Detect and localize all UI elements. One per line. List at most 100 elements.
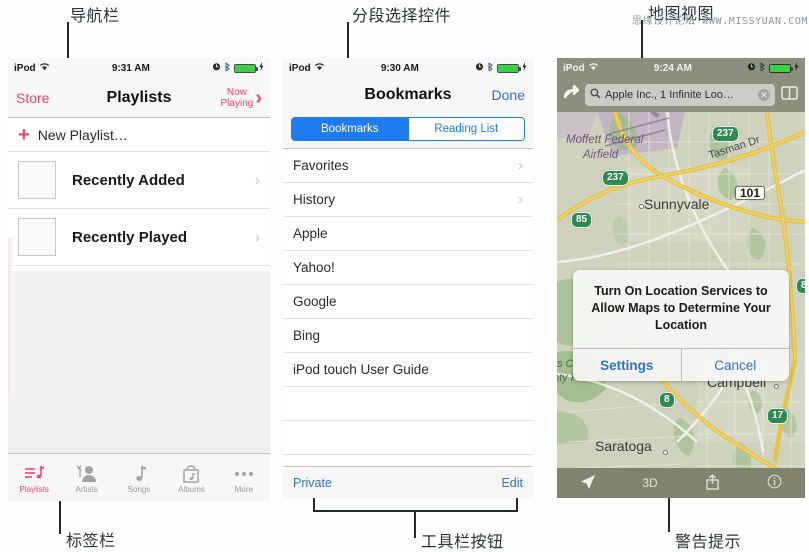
playlist-note-icon (24, 462, 45, 483)
city-dot (663, 450, 668, 455)
map-view[interactable]: Moffett Federal Airfield Tasman Dr Sunny… (557, 112, 805, 498)
alarm-icon (747, 62, 756, 74)
list-item-empty (283, 387, 533, 421)
map-label: Sunnyvale (644, 196, 710, 212)
search-icon (590, 88, 601, 102)
bookmark-label: Bing (293, 328, 321, 343)
3d-button[interactable]: 3D (619, 476, 681, 490)
alarm-icon (475, 62, 484, 74)
navigation-bar: Bookmarks Done (283, 78, 533, 112)
watermark: 思缘设计论坛 WWW.MISSYUAN.COM (632, 16, 809, 27)
bookmark-label: Yahoo! (293, 260, 335, 275)
route-shield: 237 (602, 170, 629, 186)
list-item[interactable]: Yahoo! (283, 251, 533, 285)
location-services-alert: Turn On Location Services to Allow Maps … (573, 270, 789, 381)
bookmark-label: iPod touch User Guide (293, 362, 429, 377)
list-item[interactable]: Bing (283, 319, 533, 353)
chevron-right-icon: › (518, 191, 523, 208)
battery-icon (234, 63, 258, 73)
tab-label: Artists (75, 484, 98, 494)
search-input[interactable]: Apple Inc., 1 Infinite Loo… ✕ (585, 84, 775, 106)
bottom-toolbar: Private Edit (283, 466, 533, 498)
bookmark-label: Apple (293, 226, 328, 241)
annotation-leader-toolbar (414, 510, 416, 538)
directions-arrow-icon[interactable] (563, 84, 580, 105)
list-item[interactable]: History › (283, 183, 533, 217)
tab-label: More (234, 484, 253, 494)
annotation-toolbar-buttons: 工具栏按钮 (421, 534, 504, 551)
segmented-control[interactable]: Bookmarks Reading List (291, 117, 525, 141)
annotation-alert-prompt: 警告提示 (675, 534, 742, 551)
chevron-right-icon: › (518, 157, 523, 174)
alarm-icon (212, 62, 221, 74)
list-item[interactable]: Google (283, 285, 533, 319)
map-toolbar: 3D (557, 468, 805, 498)
route-shield: 237 (712, 126, 739, 142)
done-button[interactable]: Done (492, 87, 525, 103)
bookmarks-list: Favorites › History › Apple Yahoo! Googl… (283, 149, 533, 489)
edit-button[interactable]: Edit (501, 476, 523, 490)
tab-artists[interactable]: Artists (60, 454, 112, 501)
info-icon (767, 474, 782, 492)
alert-message: Turn On Location Services to Allow Maps … (591, 284, 771, 332)
wifi-icon (39, 62, 50, 74)
bookmark-label: Google (293, 294, 337, 309)
charging-bolt-icon (794, 62, 799, 74)
segment-reading-list[interactable]: Reading List (407, 118, 524, 140)
list-item[interactable]: Favorites › (283, 149, 533, 183)
share-icon (705, 473, 720, 493)
chevron-right-icon: › (255, 171, 260, 189)
chevron-right-icon: › (255, 228, 260, 246)
tab-label: Songs (127, 484, 151, 494)
table-row[interactable]: Recently Added › (8, 152, 270, 209)
bluetooth-icon (487, 62, 494, 75)
share-button[interactable] (681, 473, 743, 493)
clock-label: 9:24 AM (653, 62, 692, 74)
music-note-icon (131, 462, 147, 483)
city-dot (774, 384, 779, 389)
map-label: Airfield (583, 149, 619, 161)
route-shield: 17 (767, 408, 789, 424)
list-item[interactable]: iPod touch User Guide (283, 353, 533, 387)
alert-buttons: Settings Cancel (573, 348, 789, 381)
music-app-panel: iPod 9:31 AM Store Playlists Now Playing… (8, 58, 270, 501)
list-item[interactable]: Apple (283, 217, 533, 251)
wifi-icon (314, 62, 325, 74)
clock-label: 9:30 AM (380, 62, 419, 74)
segment-bookmarks[interactable]: Bookmarks (292, 118, 408, 140)
scan-artifact (8, 238, 14, 398)
annotation-navigation-bar: 导航栏 (70, 8, 120, 25)
charging-bolt-icon (522, 62, 527, 74)
table-row[interactable]: Recently Played › (8, 209, 270, 266)
clear-circle-icon[interactable]: ✕ (758, 89, 770, 101)
now-playing-button[interactable]: Now Playing › (221, 87, 262, 109)
navigation-bar: Store Playlists Now Playing › (8, 78, 270, 118)
tab-playlists[interactable]: Playlists (8, 454, 60, 501)
ellipsis-icon (233, 462, 255, 483)
playlist-name: Recently Added (72, 171, 185, 189)
carrier-label: iPod (14, 62, 36, 74)
now-playing-label-line1: Now (226, 86, 247, 98)
book-icon[interactable] (781, 85, 798, 105)
playlist-name: Recently Played (72, 228, 188, 246)
info-button[interactable] (743, 474, 805, 492)
cancel-button[interactable]: Cancel (680, 349, 790, 381)
bookmark-label: History (293, 192, 336, 207)
chevron-right-icon: › (255, 86, 262, 109)
battery-icon (769, 63, 793, 73)
settings-button[interactable]: Settings (573, 349, 681, 381)
new-playlist-row[interactable]: + New Playlist… (8, 118, 270, 152)
bluetooth-icon (759, 62, 766, 75)
plus-icon: + (18, 123, 30, 146)
tab-albums[interactable]: Albums (165, 454, 217, 501)
tab-more[interactable]: More (218, 454, 270, 501)
battery-icon (497, 63, 521, 73)
bluetooth-icon (224, 62, 231, 75)
tab-songs[interactable]: Songs (113, 454, 165, 501)
charging-bolt-icon (259, 62, 264, 74)
store-button[interactable]: Store (16, 90, 49, 106)
tracking-button[interactable] (557, 474, 619, 493)
route-shield: 101 (735, 186, 766, 200)
private-button[interactable]: Private (293, 476, 332, 490)
bookmark-label: Favorites (293, 158, 349, 173)
